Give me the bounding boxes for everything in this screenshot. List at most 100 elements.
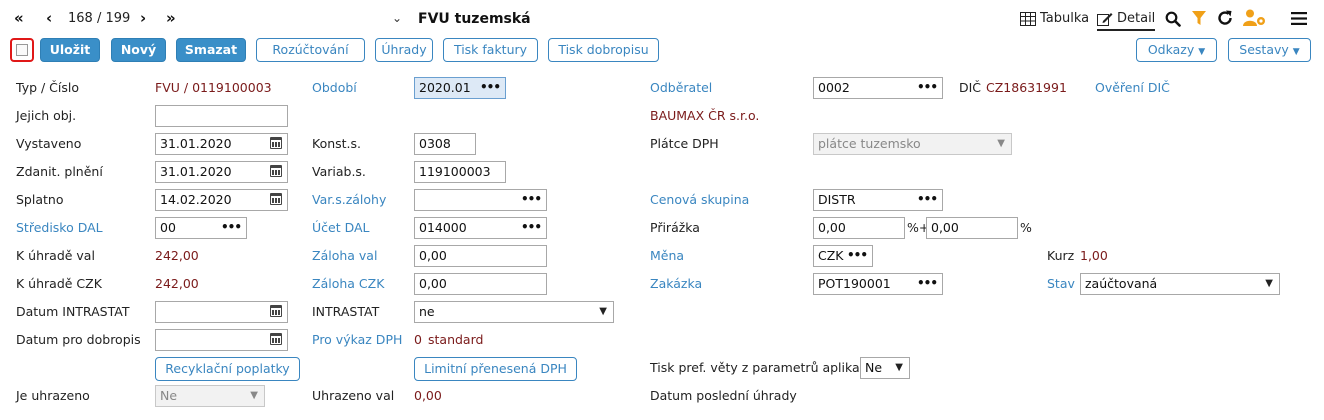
intrastat-select[interactable]: ne ▼ xyxy=(414,301,614,323)
print-credit-note-button[interactable]: Tisk dobropisu xyxy=(548,38,659,62)
allocation-button[interactable]: Rozúčtování xyxy=(256,38,365,62)
cost-center-lookup-icon[interactable]: ••• xyxy=(221,218,242,236)
title-chevron-down-icon[interactable]: ⌄ xyxy=(392,8,402,28)
period-lookup-icon[interactable]: ••• xyxy=(480,78,501,96)
intrastat-label: INTRASTAT xyxy=(312,304,380,319)
const-symbol-input[interactable]: 0308 xyxy=(414,133,476,155)
print-pref-value: Ne xyxy=(865,360,883,375)
advance-currency-label[interactable]: Záloha val xyxy=(312,246,377,266)
is-paid-label: Je uhrazeno xyxy=(16,388,90,403)
to-pay-currency-value: 242,00 xyxy=(155,248,199,263)
vat-report-text: standard xyxy=(428,332,484,347)
variable-symbol-input[interactable]: 119100003 xyxy=(414,161,506,183)
surcharge-extra-input[interactable]: 0,00 xyxy=(926,217,1018,239)
customer-label[interactable]: Odběratel xyxy=(650,78,712,98)
intrastat-dropdown-icon[interactable]: ▼ xyxy=(599,302,607,322)
doc-type-value: FVU xyxy=(155,80,180,95)
dic-verify-link[interactable]: Ověření DIČ xyxy=(1095,78,1170,98)
doc-number-separator: / xyxy=(183,80,189,95)
job-order-input[interactable]: POT190001 ••• xyxy=(813,273,943,295)
price-group-lookup-icon[interactable]: ••• xyxy=(917,190,938,208)
prev-record-button[interactable]: ‹ xyxy=(46,8,52,28)
detail-view-button[interactable]: Detail xyxy=(1097,9,1156,31)
calendar-icon[interactable] xyxy=(270,333,282,345)
type-number-label: Typ / Číslo xyxy=(16,80,80,95)
vat-report-label[interactable]: Pro výkaz DPH xyxy=(312,330,402,350)
last-record-button[interactable]: » xyxy=(166,8,176,28)
state-label[interactable]: Stav xyxy=(1047,274,1075,294)
advance-czk-label[interactable]: Záloha CZK xyxy=(312,274,384,294)
vat-payer-dropdown-icon: ▼ xyxy=(997,138,1005,149)
account-input[interactable]: 014000 ••• xyxy=(414,217,547,239)
calendar-icon[interactable] xyxy=(270,193,282,205)
credit-date-input[interactable] xyxy=(155,329,288,351)
currency-input[interactable]: CZK ••• xyxy=(813,245,873,267)
refresh-icon[interactable] xyxy=(1217,10,1233,26)
record-counter: 168 / 199 xyxy=(68,9,130,29)
job-order-label[interactable]: Zakázka xyxy=(650,274,702,294)
to-pay-currency-label: K úhradě val xyxy=(16,248,95,263)
rate-value: 1,00 xyxy=(1080,248,1108,263)
limited-vat-button[interactable]: Limitní přenesená DPH xyxy=(414,357,577,381)
user-settings-icon[interactable] xyxy=(1243,9,1267,27)
search-icon[interactable] xyxy=(1165,11,1181,27)
payments-button[interactable]: Úhrady xyxy=(375,38,433,62)
taxable-date-input[interactable]: 31.01.2020 xyxy=(155,161,288,183)
advance-var-symbol-input[interactable]: ••• xyxy=(414,189,547,211)
surcharge-percent-sign: % xyxy=(1020,220,1032,235)
period-label[interactable]: Období xyxy=(312,78,357,98)
state-dropdown-icon[interactable]: ▼ xyxy=(1265,274,1273,294)
is-paid-dropdown-icon: ▼ xyxy=(250,390,258,401)
delete-button[interactable]: Smazat xyxy=(176,38,246,62)
advance-czk-input[interactable]: 0,00 xyxy=(414,273,547,295)
intrastat-date-label: Datum INTRASTAT xyxy=(16,304,130,319)
variable-symbol-label: Variab.s. xyxy=(312,164,366,179)
cost-center-input[interactable]: 00 ••• xyxy=(155,217,247,239)
next-record-button[interactable]: › xyxy=(140,8,146,28)
customer-input[interactable]: 0002 ••• xyxy=(813,77,943,99)
surcharge-percent-value: 0,00 xyxy=(818,220,846,235)
first-record-button[interactable]: « xyxy=(14,8,24,28)
advance-lookup-icon[interactable]: ••• xyxy=(521,190,542,208)
intrastat-date-input[interactable] xyxy=(155,301,288,323)
cost-center-label[interactable]: Středisko DAL xyxy=(16,218,103,238)
dic-value: CZ18631991 xyxy=(986,80,1067,95)
due-date-input[interactable]: 14.02.2020 xyxy=(155,189,288,211)
table-view-button[interactable]: Tabulka xyxy=(1020,9,1089,29)
job-order-lookup-icon[interactable]: ••• xyxy=(917,274,938,292)
calendar-icon[interactable] xyxy=(270,165,282,177)
new-button[interactable]: Nový xyxy=(111,38,166,62)
print-invoice-button[interactable]: Tisk faktury xyxy=(443,38,538,62)
is-paid-select: Ne ▼ xyxy=(155,385,265,407)
account-label[interactable]: Účet DAL xyxy=(312,218,370,238)
rate-label: Kurz xyxy=(1047,248,1075,263)
print-pref-select[interactable]: Ne ▼ xyxy=(860,357,910,379)
calendar-icon[interactable] xyxy=(270,305,282,317)
recycling-fees-button[interactable]: Recyklační poplatky xyxy=(155,357,300,381)
links-dropdown-button[interactable]: Odkazy ▼ xyxy=(1136,38,1217,62)
record-select-checkbox[interactable] xyxy=(10,38,34,62)
account-lookup-icon[interactable]: ••• xyxy=(521,218,542,236)
their-order-input[interactable] xyxy=(155,105,288,127)
hamburger-menu-icon[interactable] xyxy=(1291,12,1307,25)
advance-var-symbol-label[interactable]: Var.s.zálohy xyxy=(312,190,386,210)
price-group-input[interactable]: DISTR ••• xyxy=(813,189,943,211)
currency-label[interactable]: Měna xyxy=(650,246,684,266)
issued-date-input[interactable]: 31.01.2020 xyxy=(155,133,288,155)
account-value: 014000 xyxy=(419,220,467,235)
reports-chevron-icon: ▼ xyxy=(1292,47,1300,57)
save-button[interactable]: Uložit xyxy=(40,38,100,62)
surcharge-percent-input[interactable]: 0,00 xyxy=(813,217,905,239)
calendar-icon[interactable] xyxy=(270,137,282,149)
advance-currency-input[interactable]: 0,00 xyxy=(414,245,547,267)
state-select[interactable]: zaúčtovaná ▼ xyxy=(1080,273,1280,295)
vat-payer-select: plátce tuzemsko ▼ xyxy=(813,133,1012,155)
period-input[interactable]: 2020.01 ••• xyxy=(414,77,506,99)
reports-dropdown-button[interactable]: Sestavy ▼ xyxy=(1228,38,1311,62)
currency-lookup-icon[interactable]: ••• xyxy=(847,246,868,264)
filter-icon[interactable] xyxy=(1192,11,1206,26)
customer-lookup-icon[interactable]: ••• xyxy=(917,78,938,96)
print-pref-dropdown-icon[interactable]: ▼ xyxy=(895,358,903,378)
advance-czk-value: 0,00 xyxy=(419,276,447,291)
price-group-label[interactable]: Cenová skupina xyxy=(650,190,749,210)
